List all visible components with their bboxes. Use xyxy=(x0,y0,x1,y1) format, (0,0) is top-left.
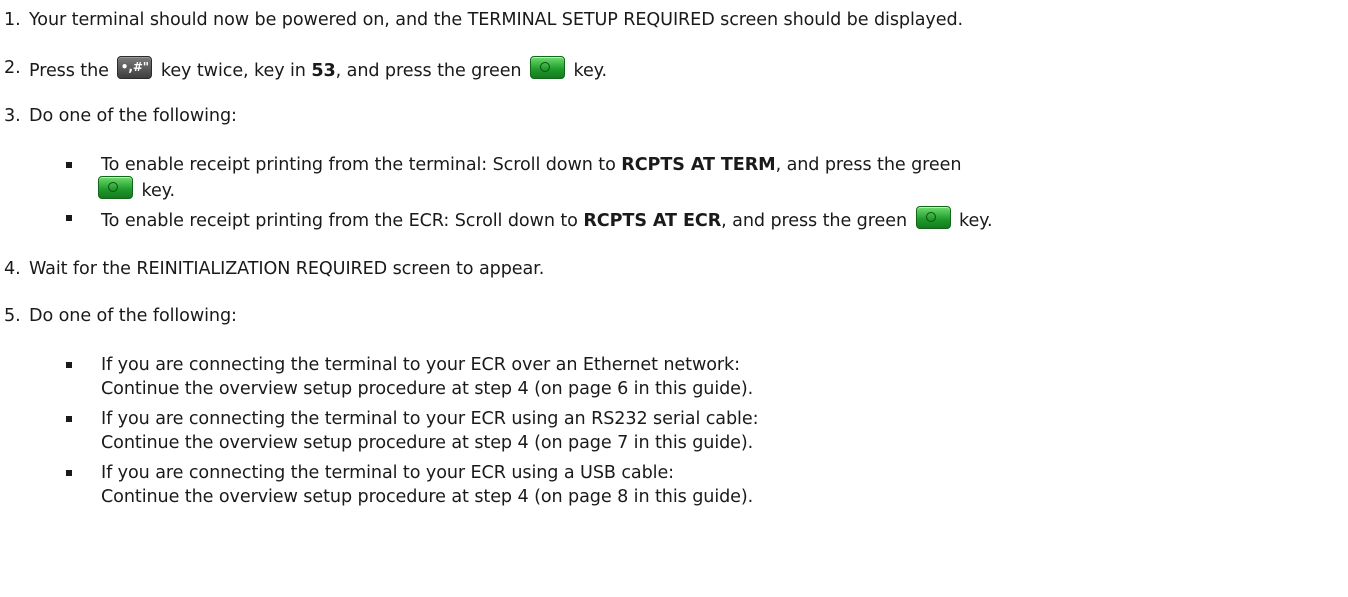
bullet-text: To enable receipt printing from the term… xyxy=(101,153,962,177)
hash-key-icon: •,#" xyxy=(117,56,153,79)
text-fragment: key twice, key in xyxy=(160,61,306,81)
step-number: 1. xyxy=(4,10,21,30)
bold-value: 53 xyxy=(311,61,336,81)
text-fragment: To enable receipt printing from the term… xyxy=(101,155,616,175)
step-text: Wait for the REINITIALIZATION REQUIRED s… xyxy=(29,259,545,279)
bullet-text: Continue the overview setup procedure at… xyxy=(101,433,754,453)
bold-value: RCPTS AT TERM xyxy=(621,155,776,175)
bullet-marker xyxy=(66,470,72,476)
text-fragment: , and press the green xyxy=(775,155,962,175)
bullet-text: To enable receipt printing from the ECR:… xyxy=(101,206,993,233)
text-fragment: key. xyxy=(141,181,176,201)
bullet-marker xyxy=(66,162,72,168)
text-fragment: , and press the green xyxy=(721,211,907,231)
green-enter-key-icon xyxy=(529,56,565,79)
instruction-document: 1. Your terminal should now be powered o… xyxy=(0,0,1348,597)
green-enter-key-icon xyxy=(98,176,133,199)
step-text: Do one of the following: xyxy=(29,106,237,126)
step-text: Press the •,#" key twice, key in 53, and… xyxy=(29,56,607,83)
step-number: 2. xyxy=(4,58,21,78)
green-enter-key-icon xyxy=(915,206,951,229)
step-text: Do one of the following: xyxy=(29,306,237,326)
step-text: Your terminal should now be powered on, … xyxy=(29,10,964,30)
step-number: 5. xyxy=(4,306,21,326)
text-fragment: key. xyxy=(959,211,993,231)
bullet-marker xyxy=(66,416,72,422)
step-number: 3. xyxy=(4,106,21,126)
bullet-marker xyxy=(66,362,72,368)
hash-key-glyph: •,#" xyxy=(120,60,149,74)
bullet-text: If you are connecting the terminal to yo… xyxy=(101,355,740,375)
bullet-marker xyxy=(66,215,72,221)
text-fragment: Press the xyxy=(29,61,109,81)
text-fragment: key. xyxy=(573,61,607,81)
bullet-text: If you are connecting the terminal to yo… xyxy=(101,409,759,429)
bullet-text: Continue the overview setup procedure at… xyxy=(101,487,754,507)
bullet-text: Continue the overview setup procedure at… xyxy=(101,379,754,399)
text-fragment: To enable receipt printing from the ECR:… xyxy=(101,211,578,231)
bold-value: RCPTS AT ECR xyxy=(583,211,722,231)
step-number: 4. xyxy=(4,259,21,279)
bullet-text: If you are connecting the terminal to yo… xyxy=(101,463,675,483)
text-fragment: , and press the green xyxy=(335,61,522,81)
bullet-text: key. xyxy=(98,176,175,203)
